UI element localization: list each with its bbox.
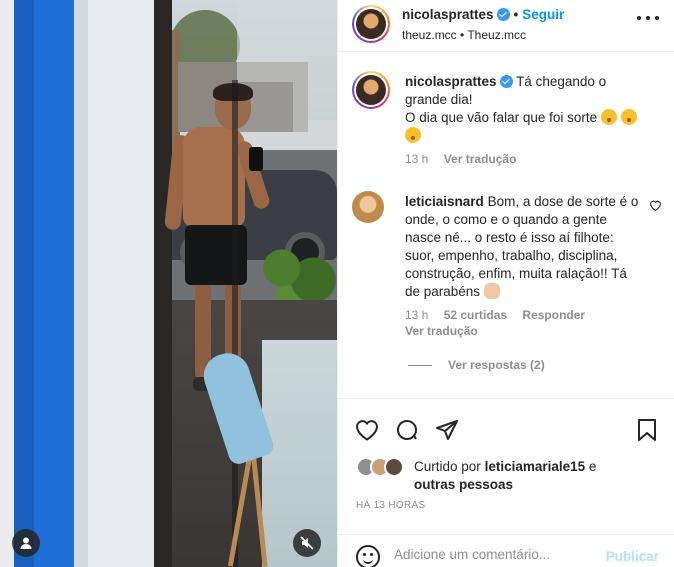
follow-button[interactable]: Seguir — [522, 7, 564, 22]
avatar[interactable] — [352, 191, 384, 223]
bookmark-icon[interactable] — [634, 417, 660, 443]
emoji-icon — [600, 109, 617, 125]
caption-time: 13 h — [405, 152, 429, 166]
comment-icon[interactable] — [394, 417, 420, 443]
caption-username[interactable]: nicolasprattes — [405, 74, 497, 89]
emoji-icon — [620, 109, 637, 125]
avatar[interactable] — [352, 5, 390, 43]
avatar[interactable] — [352, 71, 390, 109]
likes-connector: e — [588, 459, 597, 474]
verified-icon — [496, 8, 510, 21]
post-media[interactable] — [0, 0, 337, 567]
comments-list[interactable]: nicolasprattes Tá chegando o grande dia!… — [338, 53, 674, 398]
comment-likes[interactable]: 52 curtidas — [444, 308, 507, 322]
person-figure — [164, 83, 275, 395]
view-replies-label: Ver respostas (2) — [448, 358, 545, 372]
share-icon[interactable] — [434, 417, 460, 443]
translate-link[interactable]: Ver tradução — [405, 324, 478, 338]
likes-others[interactable]: outras pessoas — [414, 477, 513, 492]
likes-user[interactable]: leticiamariale15 — [485, 459, 586, 474]
verified-icon — [499, 75, 513, 88]
add-comment-bar: Publicar — [338, 534, 674, 567]
user-tag-icon[interactable] — [12, 529, 40, 557]
emoji-icon — [405, 127, 421, 143]
header-subtitle[interactable]: theuz.mcc • Theuz.mcc — [402, 28, 526, 42]
likes-text: Curtido por leticiamariale15 e outras pe… — [414, 458, 664, 494]
caption-text: nicolasprattes Tá chegando o grande dia!… — [405, 73, 643, 167]
comment-username[interactable]: leticiaisnard — [405, 194, 484, 209]
view-replies-button[interactable]: Ver respostas (2) — [408, 358, 545, 372]
comment-input[interactable] — [394, 547, 594, 562]
more-icon[interactable] — [637, 16, 659, 22]
comment-text: leticiaisnard Bom, a dose de sorte é o o… — [405, 193, 643, 339]
header-username-line: nicolasprattes • Seguir — [402, 7, 564, 22]
header-username[interactable]: nicolasprattes — [402, 7, 494, 22]
caption-line2: O dia que vão falar que foi sorte — [405, 110, 598, 125]
separator-dot: • — [513, 7, 519, 22]
likes-summary: Curtido por leticiamariale15 e outras pe… — [356, 457, 666, 492]
photo-scene — [0, 0, 337, 567]
publish-button[interactable]: Publicar — [606, 549, 659, 564]
comment-time: 13 h — [405, 308, 429, 322]
emoji-icon[interactable] — [356, 545, 380, 567]
likes-prefix: Curtido por — [414, 459, 481, 474]
comment-body: Bom, a dose de sorte é o onde, o como e … — [405, 194, 639, 299]
action-bar — [338, 398, 674, 458]
liker-avatars[interactable] — [356, 457, 404, 477]
post-header: nicolasprattes • Seguir theuz.mcc • Theuz.… — [338, 0, 674, 52]
post-timestamp[interactable]: HÁ 13 HORAS — [356, 500, 425, 511]
clap-icon — [483, 283, 500, 299]
heart-icon[interactable] — [649, 199, 662, 214]
mute-icon[interactable] — [293, 529, 321, 557]
heart-icon[interactable] — [354, 417, 380, 443]
reply-button[interactable]: Responder — [522, 308, 585, 322]
post-panel: nicolasprattes • Seguir theuz.mcc • Theuz.… — [337, 0, 674, 567]
translate-link[interactable]: Ver tradução — [444, 152, 517, 166]
